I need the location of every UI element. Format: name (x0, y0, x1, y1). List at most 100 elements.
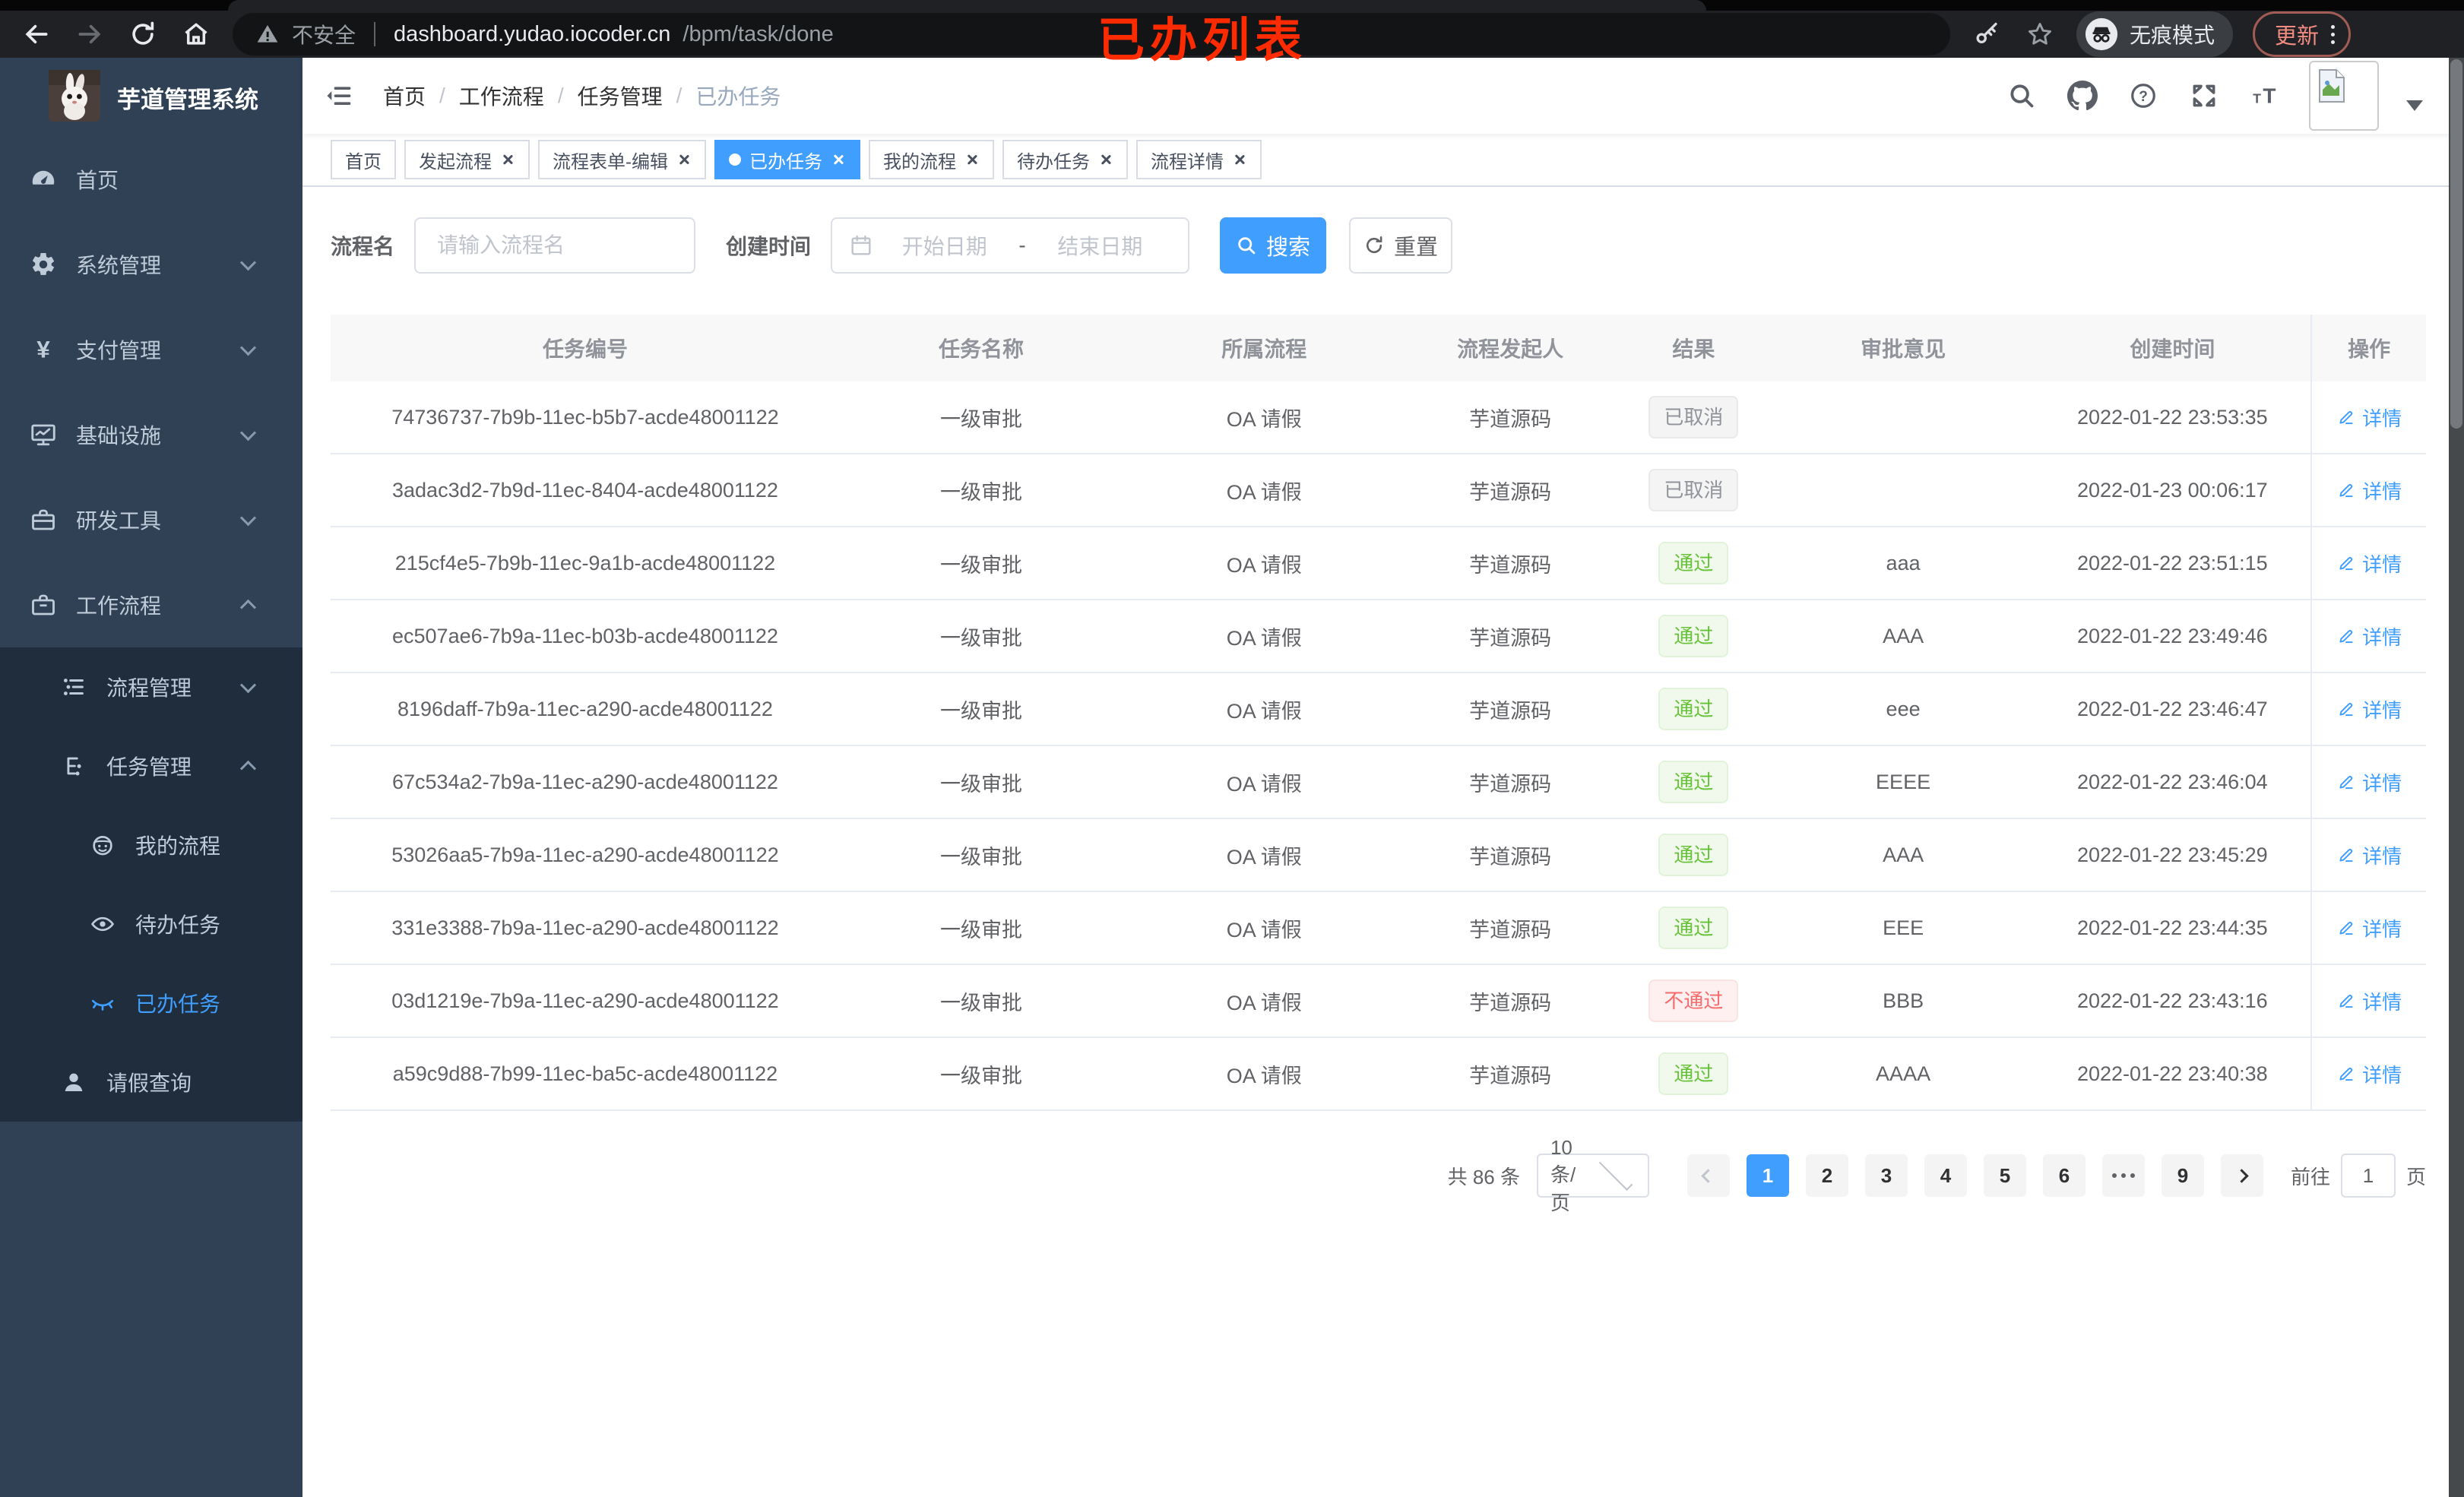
table-row: 215cf4e5-7b9b-11ec-9a1b-acde48001122 一级审… (331, 527, 2426, 600)
page-button-5[interactable]: 5 (1983, 1154, 2026, 1197)
incognito-label: 无痕模式 (2130, 24, 2215, 47)
detail-link[interactable]: 详情 (2336, 1060, 2402, 1088)
page-button-6[interactable]: 6 (2042, 1154, 2086, 1197)
dashboard-icon (29, 165, 58, 194)
tab-process-detail[interactable]: 流程详情 (1136, 140, 1262, 179)
sidebar-item-infra[interactable]: 基础设施 (0, 392, 302, 477)
chevron-up-icon (239, 760, 257, 777)
cell-task-id: 74736737-7b9b-11ec-b5b7-acde48001122 (391, 405, 779, 429)
tab-done-tasks[interactable]: 已办任务 (714, 140, 860, 179)
annotation-text: 已办列表 (1097, 14, 1308, 67)
sidebar-item-home[interactable]: 首页 (0, 137, 302, 222)
browser-active-tab[interactable] (228, 0, 1706, 11)
close-icon[interactable] (1232, 152, 1247, 167)
cell-task-id: 03d1219e-7b9a-11ec-a290-acde48001122 (391, 989, 779, 1012)
detail-link[interactable]: 详情 (2336, 768, 2402, 796)
sidebar-item-workflow[interactable]: 工作流程 (0, 562, 302, 647)
result-tag: 通过 (1658, 834, 1729, 876)
search-button[interactable]: 搜索 (1220, 217, 1327, 274)
url-path[interactable]: /bpm/task/done (683, 22, 833, 47)
app-frame: 芋道管理系统 首页 系统管理 ¥ 支付管理 基础设施 研发工具 工作流程 流程管… (0, 58, 2464, 1497)
start-date-placeholder[interactable]: 开始日期 (873, 230, 1015, 261)
scrollbar-thumb[interactable] (2450, 59, 2462, 429)
detail-link[interactable]: 详情 (2336, 404, 2402, 432)
detail-link[interactable]: 详情 (2336, 987, 2402, 1015)
list-tree-icon (59, 673, 88, 701)
close-icon[interactable] (676, 152, 692, 167)
detail-link[interactable]: 详情 (2336, 476, 2402, 505)
font-size-icon[interactable]: TT (2248, 79, 2282, 112)
address-bar[interactable]: 不安全 dashboard.yudao.iocoder.cn/bpm/task/… (233, 13, 1950, 55)
breadcrumb-home[interactable]: 首页 (383, 81, 426, 111)
process-name-input[interactable] (414, 217, 696, 274)
svg-text:?: ? (2139, 89, 2148, 105)
sidebar-item-my-process[interactable]: 我的流程 (0, 805, 302, 885)
sidebar-item-devtools[interactable]: 研发工具 (0, 477, 302, 562)
date-range-picker[interactable]: 开始日期 - 结束日期 (831, 217, 1190, 274)
security-label[interactable]: 不安全 (292, 19, 356, 49)
detail-link[interactable]: 详情 (2336, 622, 2402, 650)
tab-form-edit[interactable]: 流程表单-编辑 (538, 140, 706, 179)
caret-down-icon[interactable] (2406, 100, 2423, 111)
sidebar-item-task-mgmt[interactable]: 任务管理 (0, 726, 302, 805)
browser-menu-icon[interactable] (2331, 24, 2336, 44)
reset-button[interactable]: 重置 (1349, 217, 1453, 274)
face-icon (88, 831, 117, 859)
home-icon[interactable] (179, 17, 213, 51)
sidebar-item-todo-tasks[interactable]: 待办任务 (0, 885, 302, 964)
close-icon[interactable] (500, 152, 515, 167)
table-row: 67c534a2-7b9a-11ec-a290-acde48001122 一级审… (331, 746, 2426, 819)
tab-my-process[interactable]: 我的流程 (869, 140, 994, 179)
eye-open-icon (88, 910, 117, 938)
close-icon[interactable] (831, 152, 846, 167)
password-key-icon[interactable] (1970, 17, 2003, 51)
more-pages-button[interactable] (2101, 1154, 2145, 1197)
sidebar-item-leave-query[interactable]: 请假查询 (0, 1043, 302, 1122)
page-button-3[interactable]: 3 (1864, 1154, 1908, 1197)
update-label[interactable]: 更新 (2275, 18, 2319, 50)
table-row: 03d1219e-7b9a-11ec-a290-acde48001122 一级审… (331, 965, 2426, 1038)
back-icon[interactable] (20, 17, 53, 51)
bookmark-star-icon[interactable] (2023, 17, 2057, 51)
github-icon[interactable] (2066, 79, 2099, 112)
page-scrollbar[interactable] (2449, 58, 2464, 1497)
help-icon[interactable]: ? (2127, 79, 2160, 112)
tags-view-bar: 首页 发起流程 流程表单-编辑 已办任务 我的流程 待办任务 流程详情 (302, 134, 2464, 187)
result-tag: 通过 (1658, 1052, 1729, 1095)
sidebar-collapse-icon[interactable] (324, 79, 357, 112)
detail-link[interactable]: 详情 (2336, 914, 2402, 942)
result-tag: 不通过 (1648, 980, 1739, 1022)
forward-icon[interactable] (73, 17, 106, 51)
avatar[interactable] (2309, 61, 2379, 131)
not-secure-icon (257, 25, 278, 43)
sidebar-item-system[interactable]: 系统管理 (0, 222, 302, 307)
end-date-placeholder[interactable]: 结束日期 (1029, 230, 1171, 261)
calendar-icon (851, 235, 871, 255)
reload-icon[interactable] (126, 17, 160, 51)
page-size-select[interactable]: 10条/页 (1536, 1136, 1649, 1214)
fullscreen-icon[interactable] (2187, 79, 2221, 112)
update-button[interactable]: 更新 (2253, 11, 2352, 57)
detail-link[interactable]: 详情 (2336, 841, 2402, 869)
sidebar-item-done-tasks[interactable]: 已办任务 (0, 964, 302, 1043)
next-page-button[interactable] (2220, 1154, 2263, 1197)
page-button-9[interactable]: 9 (2161, 1154, 2204, 1197)
goto-page-input[interactable] (2340, 1154, 2396, 1198)
tab-start-process[interactable]: 发起流程 (404, 140, 530, 179)
page-button-4[interactable]: 4 (1924, 1154, 1967, 1197)
edit-icon (2339, 1068, 2353, 1081)
page-button-2[interactable]: 2 (1805, 1154, 1848, 1197)
detail-link[interactable]: 详情 (2336, 695, 2402, 723)
process-name-label: 流程名 (331, 235, 395, 258)
sidebar-item-process-mgmt[interactable]: 流程管理 (0, 647, 302, 726)
prev-page-button[interactable] (1686, 1154, 1730, 1197)
tab-home[interactable]: 首页 (331, 140, 396, 179)
close-icon[interactable] (964, 152, 980, 167)
detail-link[interactable]: 详情 (2336, 549, 2402, 578)
page-button-1[interactable]: 1 (1746, 1154, 1789, 1197)
close-icon[interactable] (1098, 152, 1113, 167)
sidebar-item-payment[interactable]: ¥ 支付管理 (0, 307, 302, 392)
search-icon[interactable] (2005, 79, 2038, 112)
url-host[interactable]: dashboard.yudao.iocoder.cn (394, 22, 670, 47)
tab-todo-tasks[interactable]: 待办任务 (1002, 140, 1128, 179)
